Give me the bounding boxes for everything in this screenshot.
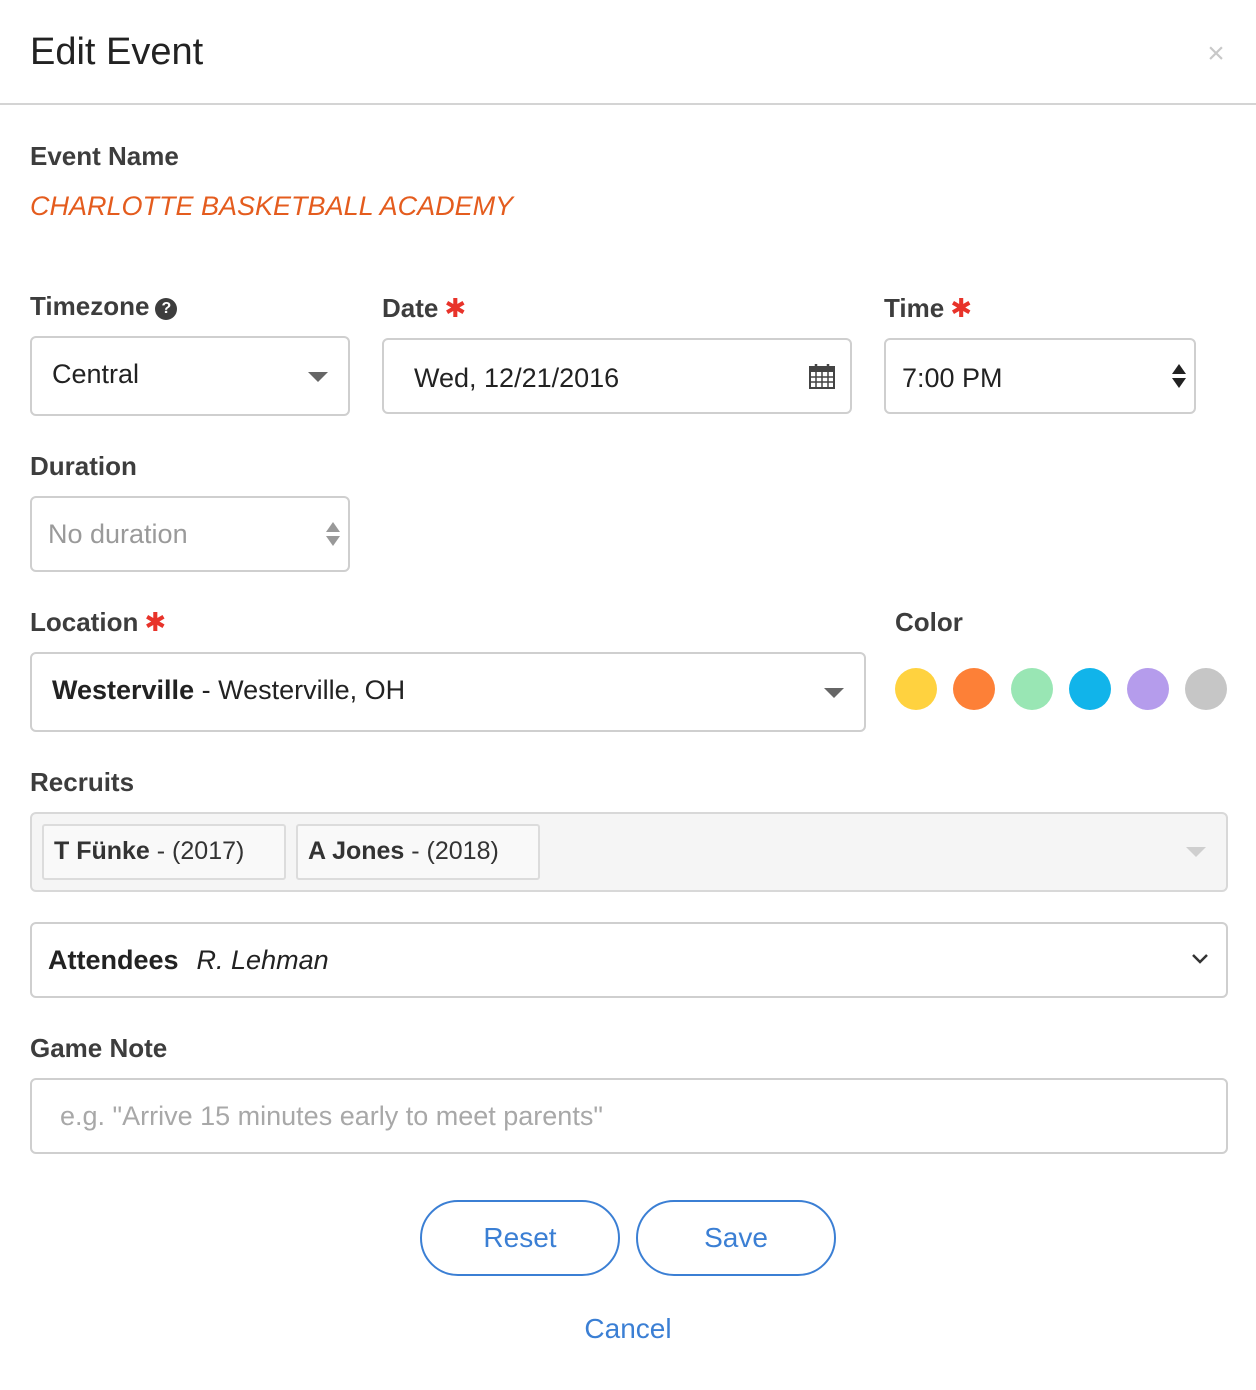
timezone-select[interactable]: Central	[30, 336, 350, 416]
location-detail: Westerville, OH	[218, 675, 406, 705]
location-name: Westerville	[52, 675, 195, 705]
timezone-label-text: Timezone	[30, 291, 150, 321]
help-icon[interactable]: ?	[155, 298, 178, 320]
duration-select[interactable]: No duration	[30, 496, 350, 572]
reset-button[interactable]: Reset	[420, 1200, 620, 1276]
recruit-tag[interactable]: T Fünke - (2017)	[42, 824, 286, 880]
date-label-text: Date	[382, 293, 439, 323]
date-label: Date ✱	[382, 292, 466, 324]
recruit-tag[interactable]: A Jones - (2018)	[296, 824, 540, 880]
game-note-placeholder: e.g. "Arrive 15 minutes early to meet pa…	[60, 1101, 603, 1131]
game-note-input[interactable]: e.g. "Arrive 15 minutes early to meet pa…	[30, 1078, 1228, 1154]
date-value: Wed, 12/21/2016	[414, 363, 620, 393]
time-label-text: Time	[884, 293, 945, 323]
updown-arrows-icon	[326, 520, 340, 550]
location-separator: -	[194, 675, 219, 705]
game-note-label: Game Note	[30, 1033, 168, 1063]
chevron-down-icon	[1192, 954, 1208, 964]
time-select[interactable]: 7:00 PM	[884, 338, 1196, 414]
recruit-tag-year: - (2017)	[149, 837, 245, 865]
duration-label: Duration	[30, 451, 137, 481]
calendar-icon[interactable]	[808, 362, 836, 390]
location-select[interactable]: Westerville - Westerville, OH	[30, 652, 866, 732]
color-swatch-gray[interactable]	[1185, 668, 1227, 710]
attendees-dropdown[interactable]: Attendees R. Lehman	[30, 922, 1228, 998]
event-name-value: CHARLOTTE BASKETBALL ACADEMY	[30, 191, 514, 221]
color-swatch-purple[interactable]	[1127, 668, 1169, 710]
color-swatches	[895, 668, 1235, 712]
updown-arrows-icon	[1172, 362, 1186, 392]
caret-down-icon	[824, 688, 844, 698]
recruit-tag-year: - (2018)	[404, 837, 499, 865]
color-swatch-orange[interactable]	[953, 668, 995, 710]
timezone-label: Timezone?	[30, 290, 178, 322]
location-label-text: Location	[30, 607, 139, 637]
caret-down-icon[interactable]	[1186, 847, 1206, 857]
close-icon[interactable]: ×	[1198, 36, 1234, 72]
color-label: Color	[895, 607, 963, 637]
location-label: Location ✱	[30, 606, 166, 638]
required-icon: ✱	[144, 607, 167, 637]
color-swatch-green[interactable]	[1011, 668, 1053, 710]
required-icon: ✱	[950, 293, 973, 323]
recruits-label: Recruits	[30, 767, 135, 797]
recruit-tag-name: A Jones	[308, 837, 405, 865]
date-input[interactable]: Wed, 12/21/2016	[382, 338, 852, 414]
recruit-tag-name: T Fünke	[54, 837, 150, 865]
attendees-value: R. Lehman	[196, 945, 329, 975]
save-button[interactable]: Save	[636, 1200, 836, 1276]
required-icon: ✱	[444, 293, 467, 323]
duration-placeholder: No duration	[48, 519, 188, 549]
caret-down-icon	[308, 372, 328, 382]
color-swatch-yellow[interactable]	[895, 668, 937, 710]
header-divider	[0, 103, 1256, 105]
event-name-label: Event Name	[30, 141, 179, 171]
attendees-label: Attendees	[48, 945, 179, 975]
time-label: Time ✱	[884, 292, 972, 324]
location-value: Westerville - Westerville, OH	[52, 674, 405, 706]
cancel-link[interactable]: Cancel	[528, 1312, 728, 1346]
timezone-value: Central	[52, 359, 140, 389]
time-value: 7:00 PM	[902, 363, 1003, 393]
modal-title: Edit Event	[30, 31, 204, 73]
color-swatch-blue[interactable]	[1069, 668, 1111, 710]
attendees-text: Attendees R. Lehman	[48, 944, 329, 976]
